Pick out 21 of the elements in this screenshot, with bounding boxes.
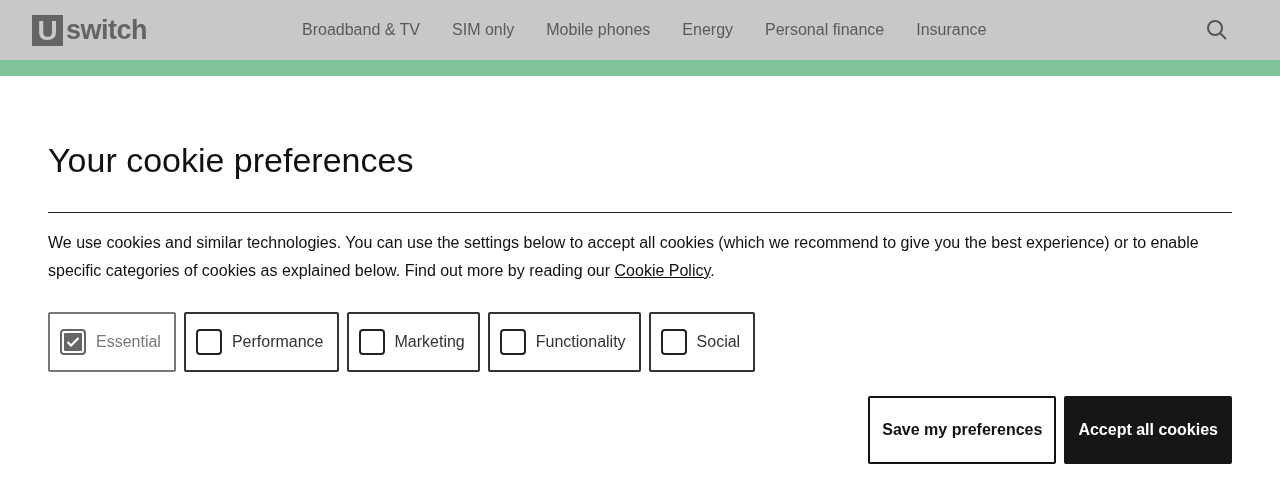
cookie-category-option[interactable]: Social — [648, 312, 756, 372]
checkbox[interactable] — [358, 329, 385, 355]
save-button[interactable]: Save my preferences — [868, 396, 1057, 464]
dialog-title: Your cookie preferences — [48, 140, 415, 181]
nav-link[interactable]: Mobile phones — [546, 21, 651, 39]
logo[interactable]: U switch — [32, 14, 302, 46]
nav-link[interactable]: Broadband & TV — [302, 21, 420, 39]
cookie-policy-link[interactable]: Cookie Policy — [614, 262, 711, 279]
checkbox[interactable] — [195, 329, 222, 355]
accept-button[interactable]: Accept all cookies — [1064, 396, 1232, 464]
cookie-category-option[interactable]: Performance — [183, 312, 339, 372]
checkbox[interactable] — [660, 329, 687, 355]
search-icon[interactable] — [1206, 19, 1228, 41]
cookie-category-option[interactable]: Functionality — [487, 312, 641, 372]
nav-link[interactable]: Insurance — [916, 21, 987, 39]
intro-text: We use cookies and similar technologies. You can use the settings below to accept all cookies (which we recommend to give you the best experience) or to enable specific categories of cookies as explained below. Find out more by reading our Cookie Policy. — [48, 233, 1200, 281]
nav-link[interactable]: Energy — [682, 21, 734, 39]
checkbox[interactable] — [499, 329, 526, 355]
nav-link[interactable]: Personal finance — [765, 21, 885, 39]
nav-link[interactable]: SIM only — [452, 21, 515, 39]
cookie-category-option[interactable]: Marketing — [346, 312, 480, 372]
